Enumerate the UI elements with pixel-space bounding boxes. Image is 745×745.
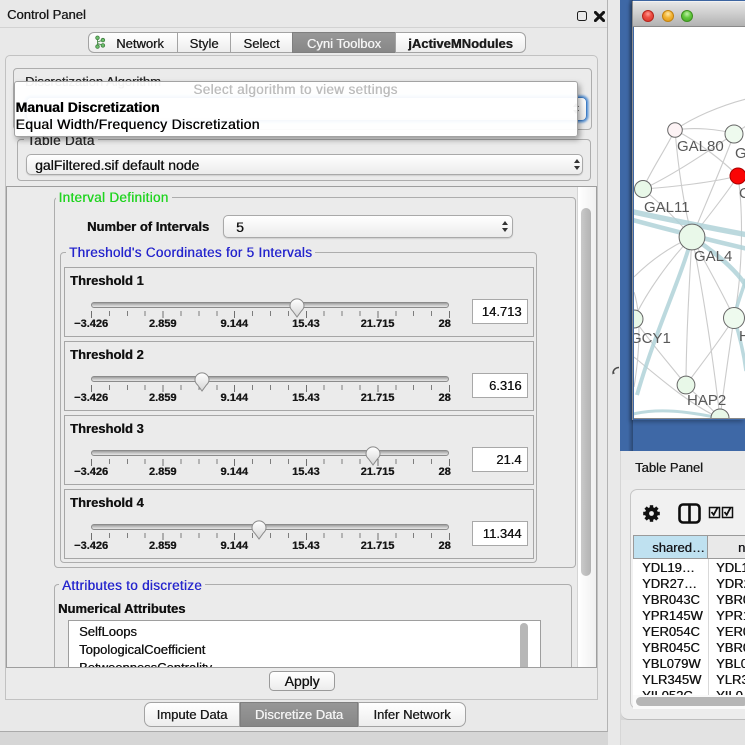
svg-text:HAP2: HAP2 <box>687 392 726 409</box>
svg-text:GAL80: GAL80 <box>677 138 724 155</box>
svg-text:GCY1: GCY1 <box>634 330 671 347</box>
svg-text:H: H <box>739 328 745 345</box>
svg-text:C: C <box>739 185 745 202</box>
svg-text:G: G <box>735 145 745 162</box>
svg-text:GAL4: GAL4 <box>694 248 732 265</box>
svg-text:GAL11: GAL11 <box>644 199 690 216</box>
